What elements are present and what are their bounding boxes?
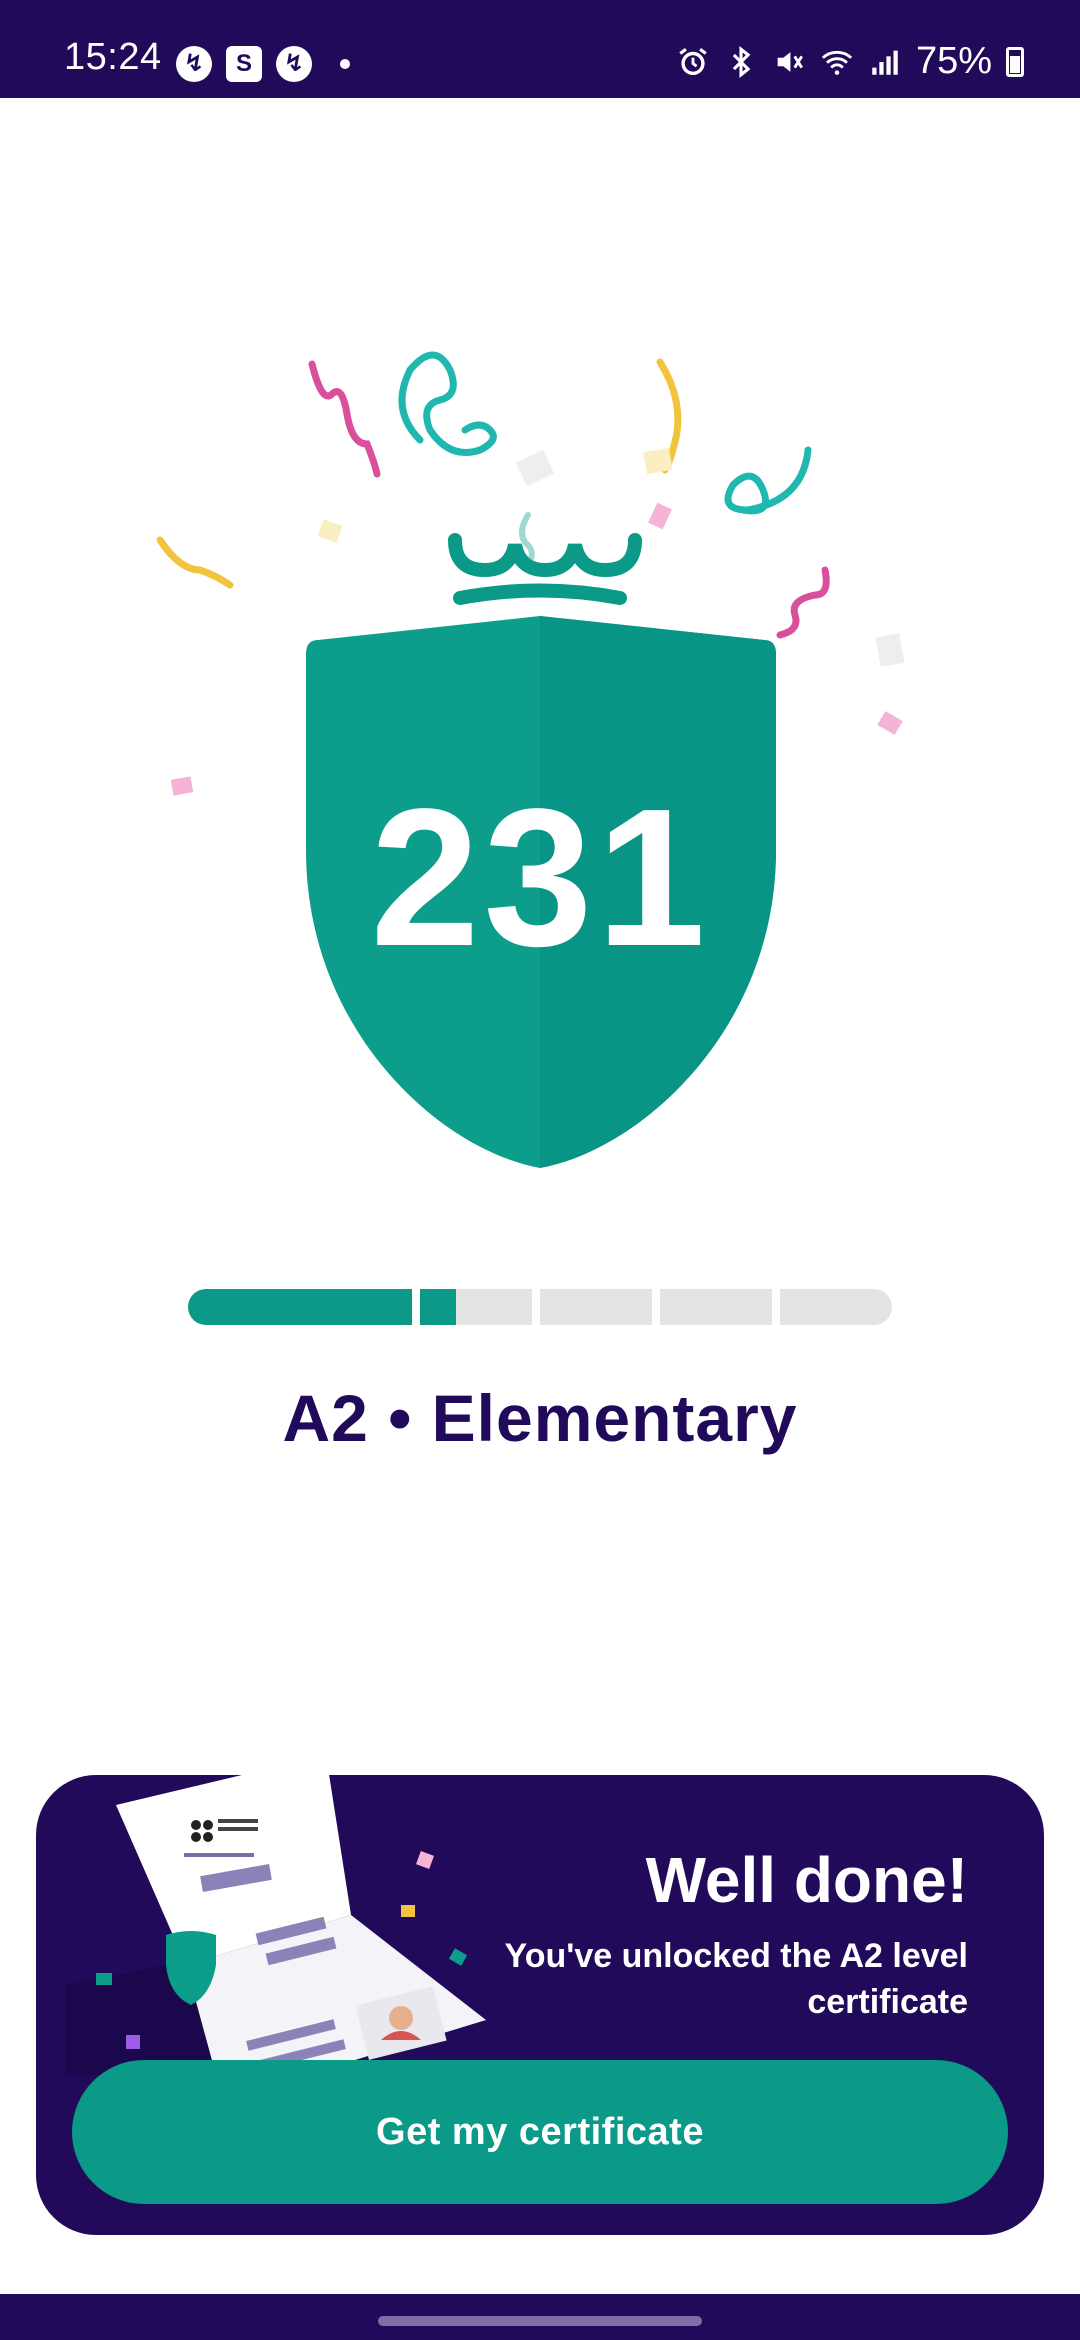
status-bar: 15:24 ↯ S ↯ 75% xyxy=(0,0,1080,98)
card-subtitle: You've unlocked the A2 level certificate xyxy=(504,1937,968,2021)
shop-icon: S xyxy=(226,46,262,82)
certificate-card: Well done! You've unlocked the A2 level … xyxy=(36,1755,1044,2235)
more-notifications-dot-icon xyxy=(340,59,350,69)
progress-segment xyxy=(540,1289,652,1325)
level-progress-bar xyxy=(188,1289,892,1325)
battery-icon xyxy=(1006,46,1024,77)
shield-illustration xyxy=(156,351,905,1168)
score-badge-hero: 231 xyxy=(0,330,1080,1190)
mute-icon xyxy=(777,51,803,72)
messenger-icon: ↯ xyxy=(276,46,312,82)
home-gesture-handle[interactable] xyxy=(378,2316,702,2326)
messenger-icon: ↯ xyxy=(176,46,212,82)
progress-segment xyxy=(188,1289,412,1325)
crown-icon xyxy=(448,533,642,605)
system-icons: 75% xyxy=(676,40,1024,83)
battery-percentage: 75% xyxy=(915,40,992,82)
score-value: 231 xyxy=(370,768,710,987)
card-title: Well done! xyxy=(645,1844,968,1916)
score-result-screen: 15:24 ↯ S ↯ 75% 231 A2 • Elementary Well… xyxy=(0,0,1080,2340)
progress-segment xyxy=(660,1289,772,1325)
level-label: A2 • Elementary xyxy=(282,1381,798,1455)
signal-icon xyxy=(872,50,898,75)
get-certificate-button[interactable]: Get my certificate xyxy=(72,2060,1008,2204)
wifi-icon xyxy=(821,50,853,75)
status-time: 15:24 xyxy=(64,36,162,78)
bluetooth-icon xyxy=(732,45,751,78)
certificate-illustration xyxy=(66,1755,486,2075)
progress-segment xyxy=(780,1289,892,1325)
progress-segment xyxy=(420,1289,532,1325)
navigation-bar xyxy=(0,2294,1080,2340)
alarm-icon xyxy=(679,47,707,75)
notification-icons: ↯ S ↯ xyxy=(176,46,350,82)
